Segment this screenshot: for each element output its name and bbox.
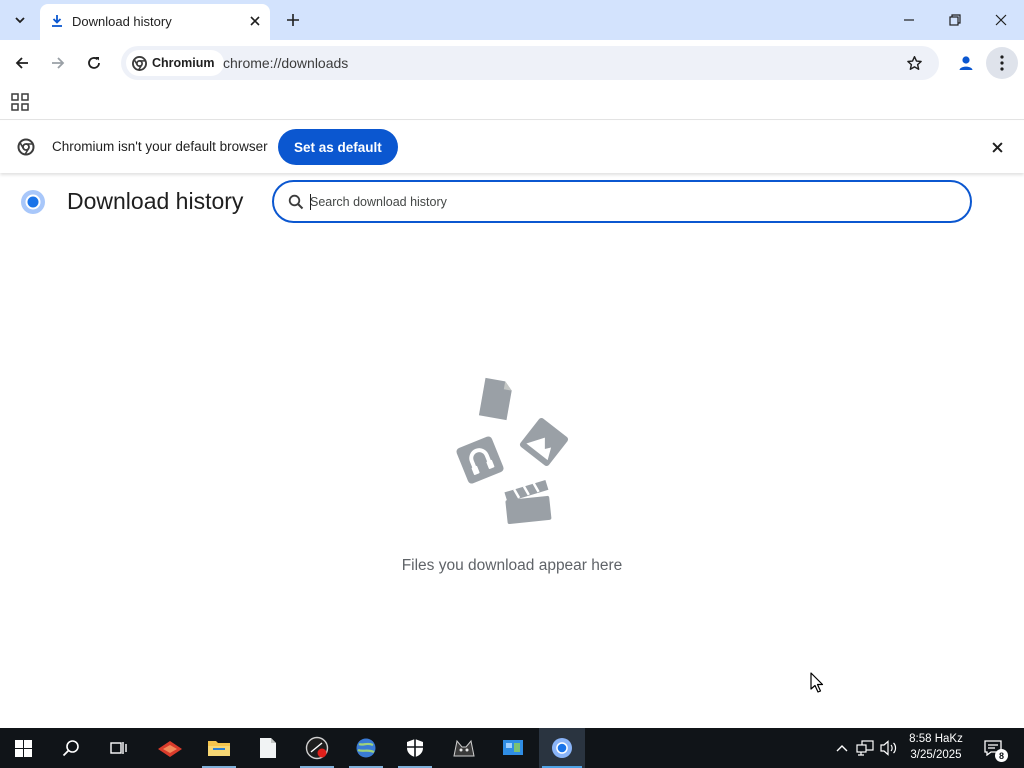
clock-time: 8:58 HaKz	[909, 733, 963, 745]
minimize-button[interactable]	[886, 0, 932, 40]
chrome-menu-button[interactable]	[986, 47, 1018, 79]
tab-search-button[interactable]	[8, 8, 32, 32]
taskbar-cat-app[interactable]	[441, 728, 487, 768]
restore-button[interactable]	[932, 0, 978, 40]
taskbar-network-globe[interactable]	[343, 728, 389, 768]
clock-date: 3/25/2025	[910, 749, 962, 761]
windows-logo-icon	[14, 739, 32, 757]
red-record-app-icon	[305, 736, 329, 760]
globe-icon	[356, 738, 376, 758]
new-tab-button[interactable]	[282, 9, 304, 31]
tab-strip: Download history	[0, 0, 1024, 40]
tab-download-history[interactable]: Download history	[40, 4, 270, 40]
browser-toolbar: Chromium chrome://downloads	[0, 40, 1024, 86]
site-info-chip[interactable]: Chromium	[126, 50, 224, 76]
chevron-up-icon	[836, 745, 848, 752]
taskbar-file-explorer[interactable]	[196, 728, 242, 768]
tray-overflow-button[interactable]	[832, 728, 852, 768]
downloads-page: Download history Files you downl	[0, 173, 1024, 728]
start-button[interactable]	[0, 728, 46, 768]
close-icon	[250, 16, 260, 26]
speaker-icon	[880, 740, 897, 756]
tray-volume-button[interactable]	[878, 728, 900, 768]
apps-grid-icon[interactable]	[10, 92, 30, 112]
red-app-icon	[158, 741, 182, 757]
minimize-icon	[904, 19, 914, 21]
url-text[interactable]: chrome://downloads	[223, 55, 348, 71]
document-icon	[260, 738, 276, 758]
notification-count-badge: 8	[995, 749, 1008, 762]
windows-taskbar: 8:58 HaKz 3/25/2025 8	[0, 728, 1024, 768]
plus-icon	[287, 14, 299, 26]
tray-network-button[interactable]	[854, 728, 876, 768]
taskbar-control-panel[interactable]	[490, 728, 536, 768]
site-chip-label: Chromium	[152, 56, 215, 70]
empty-downloads-illustration-icon	[456, 377, 569, 525]
forward-button[interactable]	[44, 49, 72, 77]
infobar-close-button[interactable]	[988, 138, 1006, 156]
taskbar-security-shield[interactable]	[392, 728, 438, 768]
search-taskbar-button[interactable]	[48, 728, 94, 768]
tab-close-button[interactable]	[246, 12, 264, 30]
chromium-logo-icon	[552, 738, 572, 758]
taskbar-notepad[interactable]	[245, 728, 291, 768]
address-bar[interactable]: Chromium chrome://downloads	[121, 46, 939, 80]
shield-icon	[407, 739, 423, 757]
taskbar-clock[interactable]: 8:58 HaKz 3/25/2025	[904, 731, 968, 765]
back-arrow-icon	[15, 57, 28, 69]
action-center-button[interactable]	[980, 728, 1006, 768]
close-icon	[991, 141, 1003, 153]
reload-icon	[88, 57, 100, 69]
profile-button[interactable]	[953, 50, 979, 76]
back-button[interactable]	[8, 49, 36, 77]
task-view-icon	[110, 742, 127, 754]
set-as-default-button[interactable]: Set as default	[278, 129, 398, 165]
chevron-down-icon	[15, 17, 25, 24]
empty-state-message: Files you download appear here	[401, 557, 623, 574]
mouse-cursor-icon	[810, 672, 824, 693]
search-input[interactable]	[310, 191, 950, 213]
search-box[interactable]	[272, 180, 972, 223]
star-icon	[906, 55, 922, 70]
bookmarks-bar	[0, 86, 1024, 120]
control-panel-icon	[503, 740, 523, 755]
search-icon	[62, 740, 79, 757]
chromium-logo-icon	[132, 55, 147, 71]
tab-title: Download history	[72, 14, 172, 29]
default-browser-infobar: Chromium isn't your default browser Set …	[0, 121, 1024, 173]
download-icon	[52, 15, 62, 27]
page-title: Download history	[67, 188, 244, 214]
chromium-logo-icon	[17, 138, 35, 156]
folder-icon	[208, 741, 230, 756]
chromium-logo-icon	[21, 190, 45, 214]
taskbar-app-red[interactable]	[147, 728, 193, 768]
taskbar-chromium[interactable]	[539, 728, 585, 768]
infobar-message: Chromium isn't your default browser	[52, 139, 268, 154]
close-icon	[995, 14, 1007, 26]
bookmark-star-button[interactable]	[903, 52, 925, 74]
network-icon	[856, 740, 874, 756]
reload-button[interactable]	[80, 49, 108, 77]
forward-arrow-icon	[52, 57, 65, 69]
close-window-button[interactable]	[978, 0, 1024, 40]
task-view-button[interactable]	[96, 728, 142, 768]
taskbar-app-dark-red[interactable]	[294, 728, 340, 768]
restore-icon	[949, 14, 961, 26]
search-icon	[288, 194, 304, 210]
cat-icon	[453, 739, 475, 757]
kebab-menu-icon	[1000, 55, 1004, 71]
text-caret	[310, 194, 311, 210]
profile-icon	[959, 56, 973, 70]
